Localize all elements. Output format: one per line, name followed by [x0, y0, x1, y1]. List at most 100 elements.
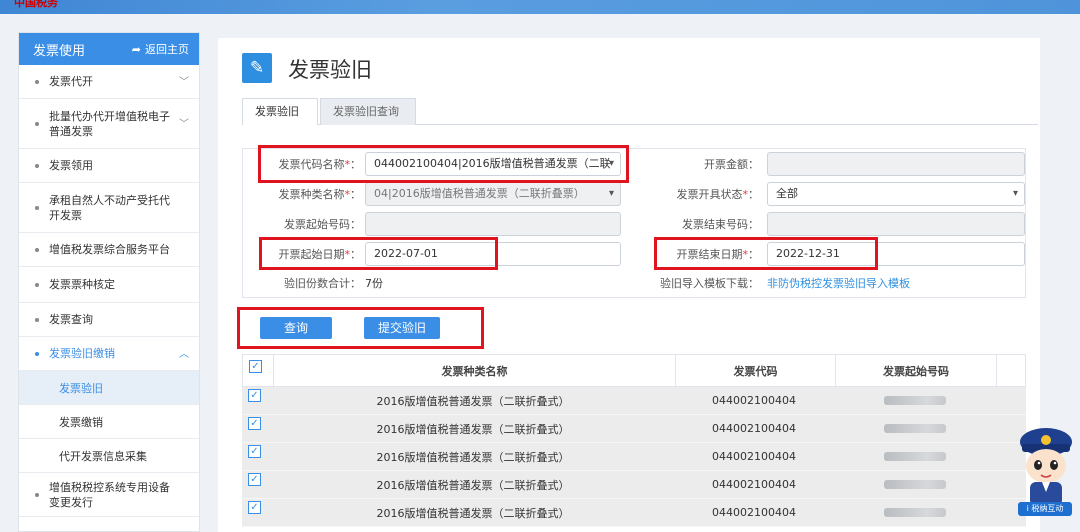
type-name-select[interactable]: 04|2016版增值税普通发票（二联折叠票） ▾	[365, 182, 621, 206]
chevron-down-icon: ▾	[608, 188, 614, 199]
sidebar-item-batch-issue[interactable]: 批量代办代开增值税电子普通发票 ﹀	[19, 99, 199, 149]
chevron-down-icon: ﹀	[179, 76, 189, 88]
cell-type-name: 2016版增值税普通发票（二联折叠式）	[376, 506, 570, 520]
bullet-icon	[35, 163, 39, 168]
table-header: ✓ 发票种类名称 发票代码 发票起始号码	[242, 354, 1026, 387]
tab-verify[interactable]: 发票验旧	[242, 98, 318, 125]
end-no-label: 发票结束号码：	[682, 218, 759, 231]
start-no-field[interactable]	[365, 212, 621, 236]
sidebar-subitem-label: 发票验旧	[59, 381, 103, 395]
type-name-label: 发票种类名称*：	[278, 188, 362, 201]
cell-code: 044002100404	[712, 478, 796, 491]
sidebar-item-label: 发票查询	[49, 313, 93, 326]
chevron-down-icon: ▾	[1012, 188, 1018, 199]
sidebar-item-label: 增值税税控系统专用设备变更发行	[49, 480, 170, 509]
cell-start-no-redacted	[834, 471, 996, 498]
bullet-icon	[35, 205, 39, 210]
template-label: 验旧导入模板下载：	[660, 277, 759, 290]
sidebar-item-label: 增值税发票综合服务平台	[49, 243, 170, 256]
sidebar-item-label: 发票验旧缴销	[49, 347, 115, 360]
header-start-no: 发票起始号码	[835, 355, 997, 386]
sidebar-title: 发票使用	[33, 43, 86, 59]
home-link-label: 返回主页	[145, 43, 189, 56]
row-checkbox[interactable]: ✓	[248, 473, 261, 486]
status-label: 发票开具状态*：	[676, 188, 760, 201]
submit-verify-button[interactable]: 提交验旧	[364, 317, 440, 339]
sidebar-subitem-label: 发票缴销	[59, 415, 103, 429]
amount-label: 开票金额：	[704, 158, 759, 171]
sidebar-item-invoice-issue[interactable]: 发票代开 ﹀	[19, 65, 199, 99]
page-title: 发票验旧	[288, 58, 372, 82]
header-code: 发票代码	[675, 355, 835, 386]
bullet-icon	[35, 492, 39, 497]
sidebar-item-label: 发票领用	[49, 159, 93, 172]
sidebar-item-label: 批量代办代开增值税电子普通发票	[49, 109, 170, 138]
cell-type-name: 2016版增值税普通发票（二联折叠式）	[376, 478, 570, 492]
tab-bar: 发票验旧 发票验旧查询	[242, 98, 1038, 125]
bullet-icon	[35, 351, 39, 356]
mascot-badge: i 税纳互动	[1026, 504, 1064, 513]
status-select[interactable]: 全部 ▾	[767, 182, 1025, 206]
table-row[interactable]: ✓ 2016版增值税普通发票（二联折叠式） 044002100404	[242, 415, 1026, 443]
sidebar-subitem-collect[interactable]: 代开发票信息采集	[19, 439, 199, 473]
cell-code: 044002100404	[712, 450, 796, 463]
table-row[interactable]: ✓ 2016版增值税普通发票（二联折叠式） 044002100404	[242, 387, 1026, 415]
code-name-label: 发票代码名称*：	[278, 158, 362, 171]
sidebar-item-device-change[interactable]: 增值税税控系统专用设备变更发行	[19, 473, 199, 517]
select-all-checkbox[interactable]: ✓	[249, 360, 262, 373]
cell-code: 044002100404	[712, 506, 796, 519]
bullet-icon	[35, 247, 39, 252]
sidebar-item-vat-platform[interactable]: 增值税发票综合服务平台	[19, 233, 199, 267]
query-form: 发票代码名称*： 044002100404|2016版增值税普通发票（二联 ▾ 开…	[242, 148, 1026, 298]
cell-start-no-redacted	[834, 443, 996, 470]
sidebar-item-invoice-query[interactable]: 发票查询	[19, 303, 199, 337]
end-no-field[interactable]	[767, 212, 1025, 236]
table-row[interactable]: ✓ 2016版增值税普通发票（二联折叠式） 044002100404	[242, 471, 1026, 499]
count-label: 验旧份数合计：	[284, 277, 361, 290]
home-link[interactable]: ➦ 返回主页	[132, 41, 189, 57]
bullet-icon	[35, 282, 39, 287]
table-row[interactable]: ✓ 2016版增值税普通发票（二联折叠式） 044002100404	[242, 499, 1026, 527]
sidebar-item-invoice-receive[interactable]: 发票领用	[19, 149, 199, 183]
table-row[interactable]: ✓ 2016版增值税普通发票（二联折叠式） 044002100404	[242, 443, 1026, 471]
start-date-field[interactable]: 2022-07-01	[365, 242, 621, 266]
template-download-link[interactable]: 非防伪税控发票验旧导入模板	[767, 275, 910, 291]
sidebar-item-type-approval[interactable]: 发票票种核定	[19, 267, 199, 303]
tax-assistant-mascot[interactable]: i 税纳互动	[1016, 420, 1074, 522]
cell-type-name: 2016版增值税普通发票（二联折叠式）	[376, 422, 570, 436]
sidebar: 发票使用 ➦ 返回主页 发票代开 ﹀ 批量代办代开增值税电子普通发票 ﹀ 发票领…	[18, 32, 200, 532]
end-date-field[interactable]: 2022-12-31	[767, 242, 1025, 266]
cell-code: 044002100404	[712, 422, 796, 435]
row-checkbox[interactable]: ✓	[248, 501, 261, 514]
start-no-label: 发票起始号码：	[284, 218, 361, 231]
chevron-down-icon: ▾	[608, 158, 614, 169]
sidebar-subitem-cancel[interactable]: 发票缴销	[19, 405, 199, 439]
sidebar-subitem-verify[interactable]: 发票验旧	[19, 371, 199, 405]
main-panel: ✎ 发票验旧 发票验旧 发票验旧查询 发票代码名称*： 044002100404…	[218, 38, 1040, 532]
back-arrow-icon: ➦	[131, 42, 141, 56]
row-checkbox[interactable]: ✓	[248, 445, 261, 458]
row-checkbox[interactable]: ✓	[248, 417, 261, 430]
start-date-label: 开票起始日期*：	[278, 248, 362, 261]
bullet-icon	[35, 79, 39, 84]
sidebar-item-label: 承租自然人不动产受托代开发票	[49, 193, 170, 222]
sidebar-item-lease-issue[interactable]: 承租自然人不动产受托代开发票	[19, 183, 199, 233]
code-name-select[interactable]: 044002100404|2016版增值税普通发票（二联 ▾	[365, 152, 621, 176]
cell-type-name: 2016版增值税普通发票（二联折叠式）	[376, 394, 570, 408]
query-button[interactable]: 查询	[260, 317, 332, 339]
sidebar-item-verify-cancel[interactable]: 发票验旧缴销 ︿	[19, 337, 199, 371]
amount-field[interactable]	[767, 152, 1025, 176]
sidebar-header: 发票使用 ➦ 返回主页	[19, 33, 199, 65]
chevron-up-icon: ︿	[179, 348, 189, 360]
cell-start-no-redacted	[834, 499, 996, 526]
row-checkbox[interactable]: ✓	[248, 389, 261, 402]
edit-icon: ✎	[242, 53, 272, 83]
cell-type-name: 2016版增值税普通发票（二联折叠式）	[376, 450, 570, 464]
cell-code: 044002100404	[712, 394, 796, 407]
header-type-name: 发票种类名称	[273, 355, 675, 386]
sidebar-item-label: 发票代开	[49, 75, 93, 88]
site-logo: 中国税务	[14, 0, 58, 9]
invoice-table: ✓ 发票种类名称 发票代码 发票起始号码 ✓ 2016版增值税普通发票（二联折叠…	[242, 354, 1026, 532]
sidebar-subitem-label: 代开发票信息采集	[59, 449, 147, 463]
tab-verify-query[interactable]: 发票验旧查询	[320, 98, 416, 125]
